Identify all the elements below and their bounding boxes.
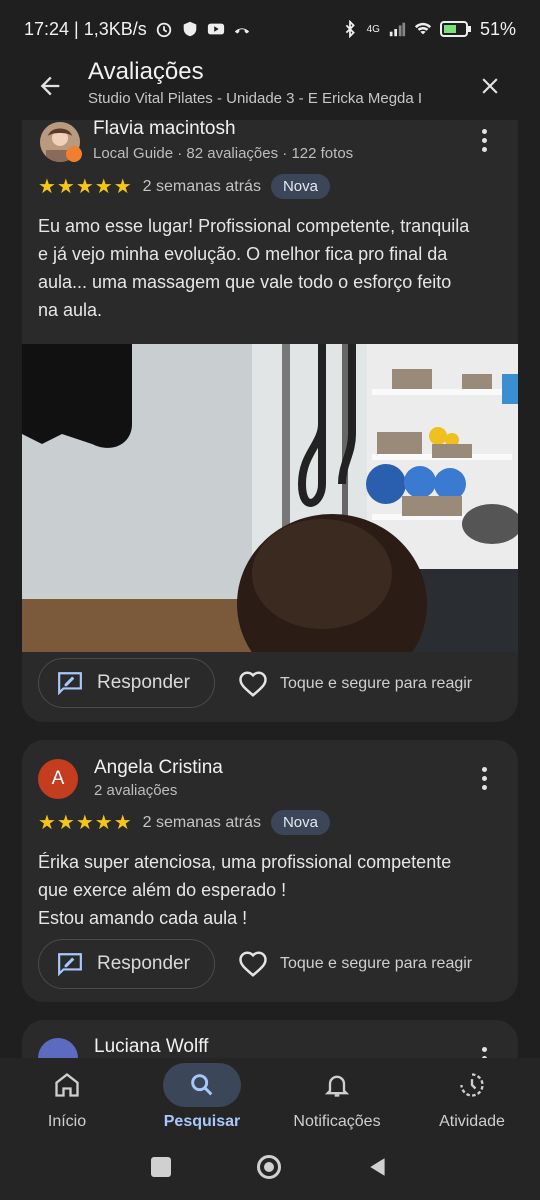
review-author[interactable]: Luciana Wolff bbox=[94, 1036, 208, 1058]
review-date: 2 semanas atrás bbox=[142, 177, 261, 195]
network-type: 4G bbox=[366, 23, 380, 35]
app-header: Avaliações Studio Vital Pilates - Unidad… bbox=[0, 58, 540, 120]
local-guide-badge bbox=[66, 146, 82, 162]
nav-home-label: Início bbox=[47, 1113, 87, 1130]
new-badge: Nova bbox=[270, 810, 330, 835]
back-triangle-icon[interactable] bbox=[367, 1156, 389, 1178]
status-right: 4G 51% bbox=[341, 19, 516, 40]
page-subtitle: Studio Vital Pilates - Unidade 3 - E Eri… bbox=[88, 90, 423, 107]
alarm-icon bbox=[156, 22, 171, 38]
home-icon bbox=[55, 1073, 79, 1097]
review-date: 2 semanas atrás bbox=[142, 813, 261, 831]
photo-image bbox=[22, 344, 518, 652]
nav-notifications[interactable]: Notificações bbox=[282, 1058, 392, 1140]
youtube-icon bbox=[207, 23, 224, 35]
review-text: Eu amo esse lugar! Profissional competen… bbox=[38, 216, 470, 320]
home-button-dot-icon bbox=[264, 1162, 274, 1172]
react-label: Toque e segure para reagir bbox=[280, 955, 473, 972]
reply-icon bbox=[58, 953, 82, 976]
review-card: Flavia macintosh Local Guide · 82 avalia… bbox=[22, 120, 518, 722]
avatar[interactable] bbox=[38, 1038, 78, 1058]
wifi-icon bbox=[414, 22, 432, 35]
star-rating: ★★★★★ bbox=[38, 812, 133, 834]
avatar-initial: A bbox=[51, 768, 65, 789]
nav-search-pill bbox=[163, 1063, 241, 1107]
nav-home[interactable]: Início bbox=[12, 1058, 122, 1140]
recents-button[interactable] bbox=[151, 1157, 171, 1177]
rating-row: ★★★★★ 2 semanas atrás Nova bbox=[38, 810, 330, 835]
more-options-button[interactable] bbox=[472, 122, 496, 158]
arrow-left-icon bbox=[40, 76, 60, 96]
page-title: Avaliações bbox=[88, 58, 204, 85]
system-navigation bbox=[0, 1144, 540, 1190]
review-author[interactable]: Angela Cristina bbox=[94, 757, 223, 779]
review-author[interactable]: Flavia macintosh bbox=[93, 120, 236, 140]
review-card: A Angela Cristina 2 avaliações ★★★★★ 2 s… bbox=[22, 740, 518, 1002]
close-icon bbox=[482, 78, 498, 94]
react-button[interactable]: Toque e segure para reagir bbox=[238, 670, 472, 698]
nav-home-pill bbox=[28, 1063, 106, 1107]
bluetooth-icon bbox=[345, 20, 355, 38]
reply-label: Responder bbox=[97, 953, 190, 974]
review-card: Luciana Wolff bbox=[22, 1020, 518, 1058]
close-button[interactable] bbox=[472, 68, 508, 104]
bell-icon bbox=[324, 1075, 350, 1097]
avatar[interactable]: A bbox=[38, 759, 78, 799]
shield-icon bbox=[183, 21, 197, 37]
battery-icon bbox=[439, 21, 471, 37]
nav-activity-label: Atividade bbox=[439, 1113, 505, 1130]
status-time-network: 17:24 | 1,3KB/s bbox=[24, 18, 147, 39]
reviews-list[interactable]: Flavia macintosh Local Guide · 82 avalia… bbox=[0, 120, 540, 1058]
status-left: 17:24 | 1,3KB/s bbox=[24, 19, 251, 40]
heart-icon bbox=[239, 951, 267, 977]
search-icon bbox=[191, 1074, 213, 1096]
new-badge: Nova bbox=[270, 174, 330, 199]
missed-call-icon bbox=[234, 28, 249, 34]
review-photo[interactable] bbox=[22, 344, 518, 652]
nav-notifications-label: Notificações bbox=[293, 1113, 381, 1130]
more-options-button[interactable] bbox=[472, 760, 496, 796]
review-author-meta: 2 avaliações bbox=[94, 782, 178, 799]
reply-icon bbox=[58, 672, 82, 695]
heart-icon bbox=[239, 671, 267, 697]
star-rating: ★★★★★ bbox=[38, 176, 133, 198]
status-bar: 17:24 | 1,3KB/s 4G 51% bbox=[0, 0, 540, 58]
reply-button[interactable]: Responder bbox=[38, 658, 215, 708]
review-author-meta: Local Guide · 82 avaliações · 122 fotos bbox=[93, 145, 354, 162]
activity-icon bbox=[460, 1073, 484, 1097]
rating-row: ★★★★★ 2 semanas atrás Nova bbox=[38, 174, 330, 199]
back-button[interactable] bbox=[32, 68, 68, 104]
signal-icon bbox=[389, 22, 406, 37]
react-button[interactable]: Toque e segure para reagir bbox=[238, 950, 472, 978]
reply-button[interactable]: Responder bbox=[38, 939, 215, 989]
nav-activity[interactable]: Atividade bbox=[417, 1058, 527, 1140]
nav-search-label: Pesquisar bbox=[163, 1113, 241, 1130]
review-text: Érika super atenciosa, uma profissional … bbox=[38, 852, 452, 928]
nav-activity-pill bbox=[433, 1063, 511, 1107]
react-label: Toque e segure para reagir bbox=[280, 675, 473, 692]
home-button[interactable] bbox=[257, 1155, 281, 1179]
reply-label: Responder bbox=[97, 672, 190, 693]
more-options-button[interactable] bbox=[472, 1040, 496, 1058]
nav-search[interactable]: Pesquisar bbox=[147, 1058, 257, 1140]
battery-percent: 51% bbox=[479, 18, 516, 39]
nav-notifications-pill bbox=[298, 1063, 376, 1107]
